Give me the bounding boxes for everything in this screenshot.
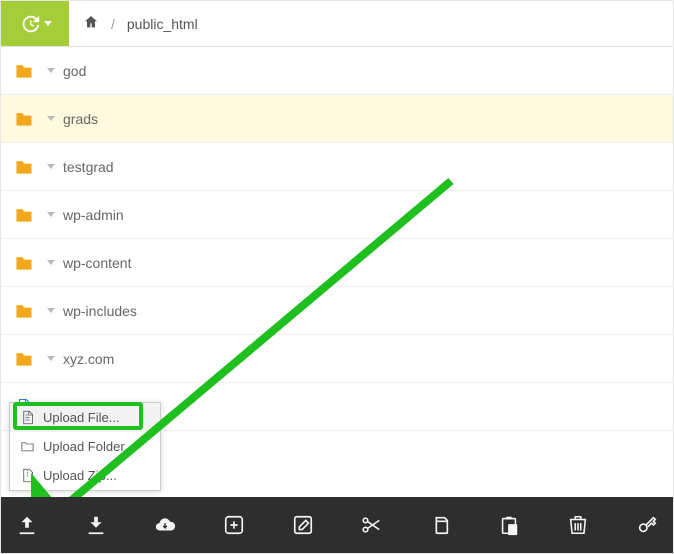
top-bar: / public_html (1, 1, 673, 47)
toolbar-copy-button[interactable] (422, 505, 459, 545)
folder-icon (20, 439, 35, 454)
edit-icon (292, 514, 314, 536)
toolbar-cloud-button[interactable] (147, 505, 184, 545)
toolbar-upload-button[interactable] (9, 505, 46, 545)
file-list: god grads testgrad wp-admin wp-content wp-inc… (1, 47, 673, 431)
folder-row[interactable]: god (1, 47, 673, 95)
folder-icon (13, 253, 35, 273)
toolbar-paste-button[interactable] (491, 505, 528, 545)
folder-icon (13, 301, 35, 321)
folder-icon (13, 157, 35, 177)
zip-icon (20, 468, 35, 483)
upload-icon (16, 514, 38, 536)
upload-menu: Upload File... Upload Folder... Upload Z… (9, 402, 161, 491)
file-name: wp-includes (63, 303, 137, 319)
trash-icon (567, 514, 589, 536)
file-name: testgrad (63, 159, 114, 175)
folder-icon (13, 109, 35, 129)
history-icon (19, 13, 41, 35)
menu-item-upload-zip[interactable]: Upload Zip... (10, 461, 160, 490)
download-icon (85, 514, 107, 536)
chevron-down-icon (44, 21, 52, 26)
folder-icon (13, 205, 35, 225)
folder-row[interactable]: grads (1, 95, 673, 143)
chevron-down-icon[interactable] (47, 308, 55, 313)
chevron-down-icon[interactable] (47, 356, 55, 361)
cloud-download-icon (154, 514, 176, 536)
folder-row[interactable]: testgrad (1, 143, 673, 191)
toolbar-permissions-button[interactable] (628, 505, 665, 545)
folder-row[interactable]: wp-content (1, 239, 673, 287)
copy-icon (429, 514, 451, 536)
chevron-down-icon[interactable] (47, 116, 55, 121)
chevron-down-icon[interactable] (47, 212, 55, 217)
breadcrumb-segment[interactable]: public_html (127, 16, 198, 32)
chevron-down-icon[interactable] (47, 164, 55, 169)
key-icon (636, 514, 658, 536)
folder-row[interactable]: wp-admin (1, 191, 673, 239)
toolbar-delete-button[interactable] (559, 505, 596, 545)
menu-item-label: Upload Folder... (43, 439, 135, 454)
toolbar-edit-button[interactable] (284, 505, 321, 545)
menu-item-upload-folder[interactable]: Upload Folder... (10, 432, 160, 461)
toolbar-cut-button[interactable] (353, 505, 390, 545)
file-name: wp-admin (63, 207, 124, 223)
breadcrumb: / public_html (69, 1, 212, 46)
toolbar-new-button[interactable] (215, 505, 252, 545)
paste-icon (498, 514, 520, 536)
toolbar-download-button[interactable] (78, 505, 115, 545)
history-button[interactable] (1, 1, 69, 46)
menu-item-label: Upload File... (43, 410, 120, 425)
menu-item-upload-file[interactable]: Upload File... (10, 403, 160, 432)
folder-icon (13, 61, 35, 81)
folder-row[interactable]: wp-includes (1, 287, 673, 335)
menu-item-label: Upload Zip... (43, 468, 117, 483)
chevron-down-icon[interactable] (47, 260, 55, 265)
file-icon (20, 410, 35, 425)
file-name: wp-content (63, 255, 131, 271)
breadcrumb-separator: / (111, 16, 115, 32)
bottom-toolbar (1, 497, 673, 553)
home-icon[interactable] (83, 14, 99, 33)
file-name: grads (63, 111, 98, 127)
file-name: god (63, 63, 86, 79)
folder-icon (13, 349, 35, 369)
chevron-down-icon[interactable] (47, 68, 55, 73)
file-name: xyz.com (63, 351, 114, 367)
plus-square-icon (223, 514, 245, 536)
folder-row[interactable]: xyz.com (1, 335, 673, 383)
scissors-icon (360, 514, 382, 536)
